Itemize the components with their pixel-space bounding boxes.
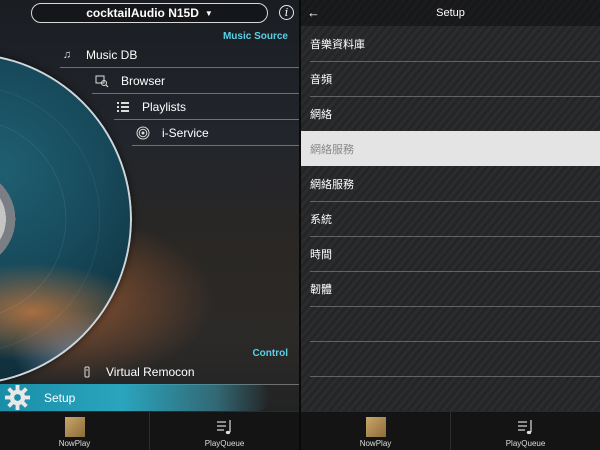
menu-item-i-service[interactable]: i-Service [136,121,209,145]
menu-divider [114,119,299,120]
setup-row-label: 網絡服務 [310,143,354,156]
tab-nowplay[interactable]: NowPlay [0,412,149,450]
menu-item-browser[interactable]: Browser [95,69,165,93]
menu-item-playlists[interactable]: Playlists [116,95,186,119]
tab-playqueue[interactable]: PlayQueue [451,412,600,450]
setup-header: ← Setup [301,0,600,26]
menu-divider [60,67,299,68]
album-disc-artwork [0,53,132,385]
gear-icon [4,384,31,411]
setup-row-label: 系統 [310,213,332,226]
setup-row[interactable]: 時間 [301,236,600,271]
back-arrow-icon[interactable]: ← [307,5,320,20]
menu-item-label: Music DB [86,48,138,62]
bottom-tab-bar: NowPlay PlayQueue [0,411,299,450]
device-name: cocktailAudio N15D [86,6,199,20]
menu-item-label: i-Service [162,126,209,140]
music-note-icon: ♫ [62,49,72,61]
row-divider [310,306,600,307]
device-selector[interactable]: cocktailAudio N15D ▼ [31,3,268,23]
menu-item-label: Browser [121,74,166,88]
browser-search-icon [95,74,109,88]
menu-divider [92,93,299,94]
album-thumbnail [365,417,386,437]
info-icon[interactable]: i [279,5,294,20]
playqueue-icon [517,420,532,435]
radio-waves-icon [136,126,150,140]
setup-row[interactable]: 音樂資料庫 [301,26,600,61]
menu-item-music-db[interactable]: ♫ Music DB [60,43,137,67]
setup-row[interactable]: 音頻 [301,61,600,96]
page-title: Setup [436,7,465,19]
setup-row-label: 網絡服務 [310,178,354,191]
menu-item-virtual-remocon[interactable]: Virtual Remocon [80,360,195,384]
section-label-control: Control [252,348,288,359]
tab-label: PlayQueue [204,439,245,448]
menu-item-label: Virtual Remocon [106,365,195,379]
tab-label: NowPlay [359,439,392,448]
setup-row-label: 音頻 [310,73,332,86]
menu-item-label: Setup [44,390,76,405]
setup-row[interactable]: 韌體 [301,271,600,306]
tab-nowplay[interactable]: NowPlay [301,412,450,450]
tab-label: PlayQueue [505,439,546,448]
setup-row-label: 時間 [310,248,332,261]
setup-row-label: 音樂資料庫 [310,38,365,51]
setup-row-label: 韌體 [310,283,332,296]
setup-row[interactable]: 網絡服務 [301,166,600,201]
music-source-menu-panel: cocktailAudio N15D ▼ i Music Source ♫ Mu… [0,0,299,450]
setup-row-label: 網絡 [310,108,332,121]
setup-row-selected[interactable]: 網絡服務 [301,131,600,166]
setup-panel: ← Setup 音樂資料庫 音頻 網絡 網絡服務 網絡服務 系統 時間 韌體 N… [301,0,600,450]
remote-icon [80,365,94,379]
menu-item-setup[interactable]: Setup [0,384,270,411]
tab-playqueue[interactable]: PlayQueue [150,412,299,450]
setup-row[interactable]: 網絡 [301,96,600,131]
menu-item-label: Playlists [142,100,187,114]
menu-divider [132,145,299,146]
row-divider [310,376,600,377]
setup-row[interactable]: 系統 [301,201,600,236]
playqueue-icon [216,420,231,435]
tab-label: NowPlay [58,439,91,448]
album-thumbnail [64,417,85,437]
bottom-tab-bar: NowPlay PlayQueue [301,411,600,450]
dropdown-caret-icon: ▼ [204,8,213,18]
row-divider [310,341,600,342]
section-label-music-source: Music Source [222,31,288,42]
playlist-icon [116,100,130,114]
